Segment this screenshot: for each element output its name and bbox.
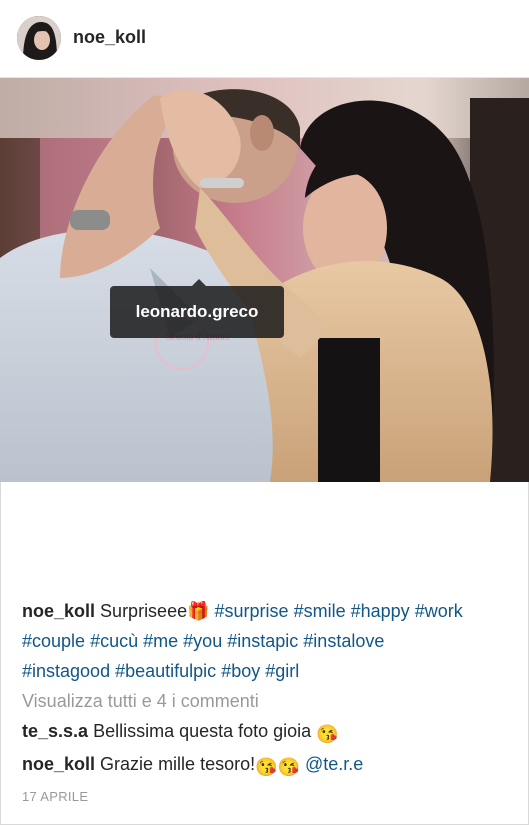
avatar-photo bbox=[17, 16, 61, 60]
kiss-emoji-icon: 😘 bbox=[316, 724, 339, 744]
comment-username[interactable]: noe_koll bbox=[22, 754, 95, 774]
hashtag[interactable]: #work bbox=[415, 601, 463, 621]
comment-text: Bellissima questa foto gioia bbox=[93, 721, 312, 741]
hashtag[interactable]: #girl bbox=[265, 661, 299, 681]
hashtag[interactable]: #happy bbox=[351, 601, 410, 621]
comment-mention[interactable]: @te.r.e bbox=[305, 754, 363, 774]
photo-illustration: Scuola d'Amore bbox=[0, 78, 529, 482]
caption-username[interactable]: noe_koll bbox=[22, 601, 95, 621]
hashtag[interactable]: #cucù bbox=[90, 631, 138, 651]
hashtag[interactable]: #you bbox=[183, 631, 222, 651]
view-all-comments-link[interactable]: Visualizza tutti e 4 i commenti bbox=[22, 686, 512, 716]
comment-username[interactable]: te_s.s.a bbox=[22, 721, 88, 741]
hashtag[interactable]: #instalove bbox=[303, 631, 384, 651]
hashtag[interactable]: #smile bbox=[294, 601, 346, 621]
caption-line-3: #instagood #beautifulpic #boy #girl bbox=[22, 656, 512, 686]
post-date: 17 APRILE bbox=[22, 789, 89, 804]
comment-text: Grazie mille tesoro! bbox=[100, 754, 256, 774]
comment: te_s.s.a Bellissima questa foto gioia 😘 bbox=[22, 716, 512, 749]
kiss-emoji-icon: 😘😘 bbox=[255, 757, 300, 777]
caption-text: Surpriseee🎁 bbox=[100, 601, 210, 621]
caption-line-1: noe_koll Surpriseee🎁 #surprise #smile #h… bbox=[22, 596, 512, 626]
hashtag[interactable]: #instapic bbox=[227, 631, 298, 651]
avatar[interactable] bbox=[17, 16, 61, 60]
hashtag[interactable]: #beautifulpic bbox=[115, 661, 216, 681]
hashtag[interactable]: #me bbox=[143, 631, 178, 651]
post-caption: noe_koll Surpriseee🎁 #surprise #smile #h… bbox=[22, 596, 512, 808]
post-header: noe_koll bbox=[0, 0, 529, 78]
tagged-user-label[interactable]: leonardo.greco bbox=[110, 279, 284, 338]
hashtag[interactable]: #couple bbox=[22, 631, 85, 651]
comment: noe_koll Grazie mille tesoro!😘😘 @te.r.e bbox=[22, 749, 512, 782]
hashtag[interactable]: #boy bbox=[221, 661, 260, 681]
caption-line-2: #couple #cucù #me #you #instapic #instal… bbox=[22, 626, 512, 656]
hashtag[interactable]: #instagood bbox=[22, 661, 110, 681]
post-photo[interactable]: Scuola d'Amore leonardo.greco bbox=[0, 78, 529, 482]
hashtag[interactable]: #surprise bbox=[215, 601, 289, 621]
header-username[interactable]: noe_koll bbox=[73, 27, 146, 48]
